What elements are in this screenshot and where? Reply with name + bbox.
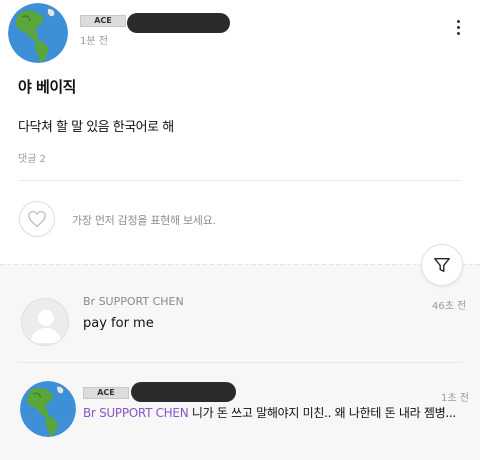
comment-text: pay for me [83,316,154,331]
mention-link[interactable]: Br SUPPORT CHEN [83,406,189,420]
comment-body: 니가 돈 쓰고 말해야지 미친.. 왜 나한테 돈 내라 젬병... [188,406,456,420]
post-title: 야 베이직 [18,78,76,96]
kebab-icon[interactable] [450,20,466,40]
person-placeholder-icon[interactable] [21,298,69,346]
comment-author-name[interactable]: Br SUPPORT CHEN [83,295,184,308]
post: ACE 1분 전 야 베이직 다닥쳐 할 말 있음 한국어로 해 댓글 2 가장… [0,0,480,264]
heart-icon [28,210,46,228]
divider [18,362,462,363]
comment-text: Br SUPPORT CHEN 니가 돈 쓰고 말해야지 미친.. 왜 나한테 … [83,404,468,421]
globe-icon[interactable] [20,381,76,437]
author-name-redacted [127,13,230,33]
author-tier-badge: ACE [83,387,129,399]
comment-timestamp: 1초 전 [441,393,469,404]
globe-icon[interactable] [8,3,68,63]
filter-button[interactable] [421,244,463,286]
like-prompt: 가장 먼저 감정을 표현해 보세요. [72,214,216,227]
filter-icon [434,258,450,272]
post-body: 다닥쳐 할 말 있음 한국어로 해 [18,120,174,135]
author-tier-badge: ACE [80,15,126,27]
comment-count: 댓글 2 [18,154,46,165]
like-button[interactable] [19,201,55,237]
author-name-redacted [131,382,236,402]
dashed-divider [0,264,480,265]
post-timestamp: 1분 전 [80,36,108,47]
divider [18,180,462,181]
comment-timestamp: 46초 전 [432,301,467,312]
